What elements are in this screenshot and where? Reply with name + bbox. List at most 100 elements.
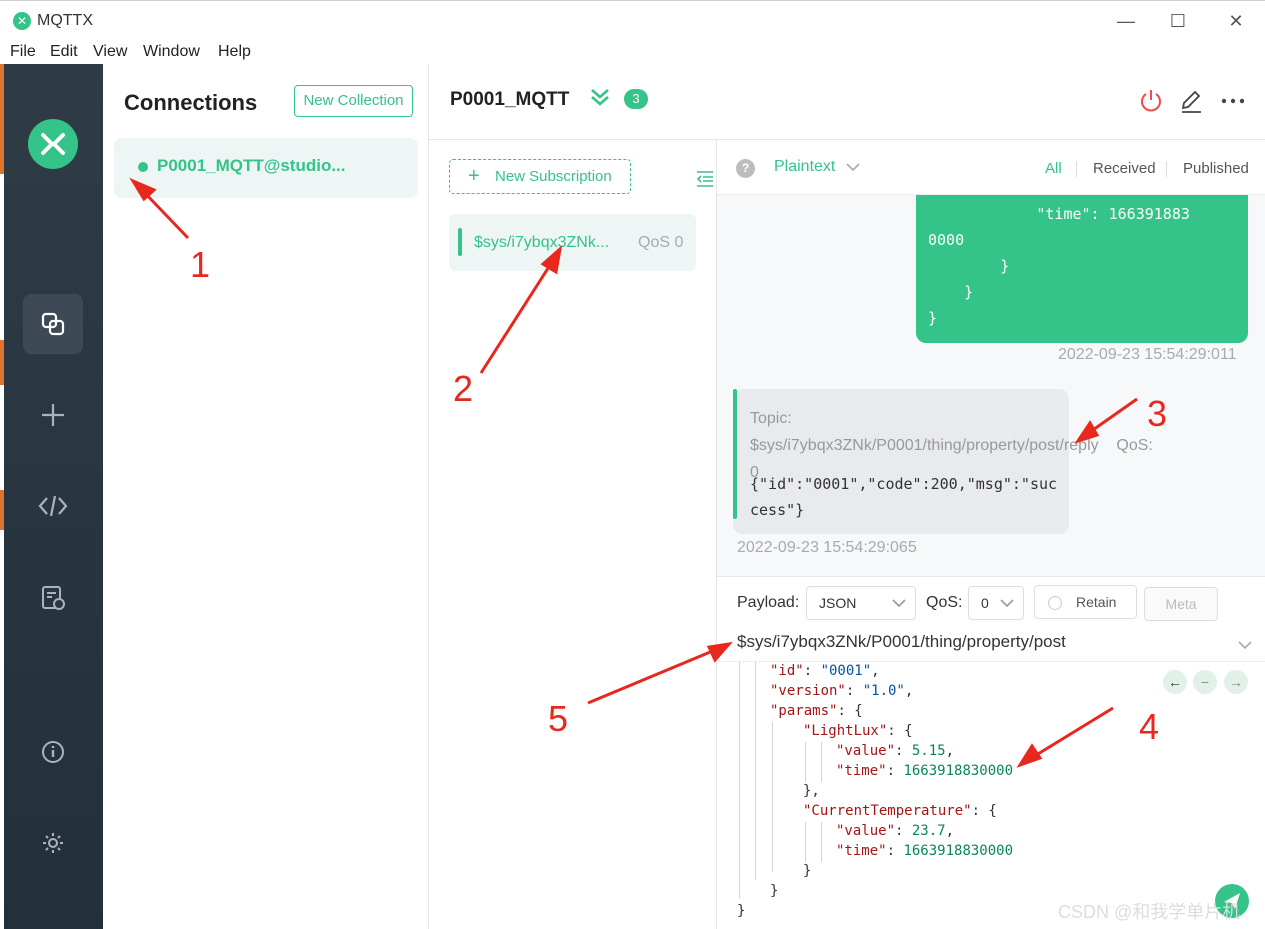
about-info-icon[interactable] <box>33 732 73 772</box>
json-key: "LightLux" <box>803 723 888 739</box>
qos-select[interactable]: 0 <box>968 586 1024 620</box>
minimize-button[interactable]: — <box>1111 9 1141 33</box>
outgoing-message-bubble[interactable]: "time": 166391883 0000 } } } <box>916 195 1248 343</box>
code-line-close: } <box>770 883 779 899</box>
json-key: "value" <box>836 743 896 759</box>
chevron-down-icon[interactable] <box>845 159 861 175</box>
publish-topic-input[interactable]: $sys/i7ybqx3ZNk/P0001/thing/property/pos… <box>737 632 1066 652</box>
code-line-lightlux: "LightLux": { <box>803 723 913 739</box>
payload-type-select[interactable]: JSON <box>806 586 916 620</box>
edit-pencil-icon[interactable] <box>1178 88 1204 114</box>
connections-icon[interactable] <box>33 304 73 344</box>
connections-panel: Connections New Collection P0001_MQTT@st… <box>103 64 429 929</box>
connection-title: P0001_MQTT <box>450 89 570 110</box>
double-chevron-down-icon[interactable] <box>589 86 611 108</box>
indent-guide <box>755 662 756 880</box>
payload-editor[interactable]: "id": "0001", "version": "1.0", "params"… <box>717 661 1265 929</box>
chevron-down-icon[interactable] <box>1237 637 1253 653</box>
publish-area: Payload: JSON QoS: 0 Retain Meta $sys/i7… <box>717 576 1265 929</box>
message-line: } <box>928 283 974 301</box>
chevron-down-icon <box>1000 599 1014 608</box>
tab-received[interactable]: Received <box>1093 160 1156 177</box>
indent-guide <box>805 822 806 862</box>
json-string: "1.0" <box>862 683 905 699</box>
add-icon[interactable] <box>33 395 73 435</box>
retain-label: Retain <box>1076 594 1117 610</box>
connection-item[interactable]: P0001_MQTT@studio... <box>114 138 418 198</box>
left-nav <box>4 64 103 929</box>
new-subscription-label: New Subscription <box>495 168 612 185</box>
indent-guide <box>772 722 773 872</box>
code-line-params: "params": { <box>770 703 863 719</box>
tab-all[interactable]: All <box>1045 160 1062 177</box>
subscription-item[interactable]: $sys/i7ybqx3ZNk... QoS 0 <box>449 214 696 271</box>
menu-window[interactable]: Window <box>143 43 200 61</box>
script-code-icon[interactable] <box>33 486 73 526</box>
code-line-close: }, <box>803 783 820 799</box>
code-line-value: "value": 5.15, <box>836 743 955 759</box>
more-options-icon[interactable] <box>1220 88 1246 114</box>
json-key: "version" <box>770 683 846 699</box>
incoming-color-bar <box>733 389 737 519</box>
json-key: "params" <box>770 703 838 719</box>
annotation-number: 4 <box>1139 706 1160 747</box>
minus-icon[interactable]: − <box>1193 670 1217 694</box>
qos-value: 0 <box>981 595 989 611</box>
previous-arrow-icon[interactable]: ← <box>1163 670 1187 694</box>
help-question-icon[interactable]: ? <box>736 159 755 178</box>
new-subscription-button[interactable]: + New Subscription <box>449 159 631 194</box>
plus-icon: + <box>468 165 480 187</box>
message-line: } <box>928 309 938 327</box>
tab-separator <box>1166 161 1167 177</box>
tab-published[interactable]: Published <box>1183 160 1249 177</box>
json-number: 5.15 <box>911 743 946 759</box>
payload-format-select[interactable]: Plaintext <box>774 158 835 176</box>
maximize-button[interactable]: ☐ <box>1163 9 1193 33</box>
chevron-down-icon <box>892 599 906 608</box>
incoming-payload: {"id":"0001","code":200,"msg":"success"} <box>750 475 1058 519</box>
message-line: "time": 166391883 <box>928 205 1190 223</box>
menu-edit[interactable]: Edit <box>50 43 78 61</box>
subscription-topic: $sys/i7ybqx3ZNk... <box>474 234 610 251</box>
incoming-timestamp: 2022-09-23 15:54:29:065 <box>737 539 917 556</box>
settings-gear-icon[interactable] <box>33 823 73 863</box>
json-number: 1663918830000 <box>903 763 1014 779</box>
message-filter-bar: ? Plaintext All Received Published <box>717 140 1265 195</box>
menu-file[interactable]: File <box>10 43 36 61</box>
next-arrow-icon[interactable]: → <box>1224 670 1248 694</box>
connection-header: P0001_MQTT 3 <box>429 64 1265 140</box>
json-key: "time" <box>836 843 887 859</box>
window-title: MQTTX <box>37 12 93 29</box>
json-key: "id" <box>770 663 804 679</box>
new-collection-button[interactable]: New Collection <box>294 85 413 117</box>
code-line-version: "version": "1.0", <box>770 683 914 699</box>
title-bar: ✕ MQTTX — ☐ ✕ <box>0 0 1265 40</box>
menu-view[interactable]: View <box>93 43 127 61</box>
incoming-message-bubble[interactable]: Topic: $sys/i7ybqx3ZNk/P0001/thing/prope… <box>733 389 1153 534</box>
watermark: CSDN @和我学单片机 <box>1058 902 1241 922</box>
indent-guide <box>739 662 740 898</box>
code-line-close: } <box>803 863 812 879</box>
collapse-list-icon[interactable] <box>695 170 715 188</box>
payload-type-value: JSON <box>819 595 857 611</box>
close-button[interactable]: ✕ <box>1221 9 1251 33</box>
json-number: 23.7 <box>911 823 946 839</box>
json-number: 1663918830000 <box>903 843 1014 859</box>
retain-toggle[interactable]: Retain <box>1034 585 1137 619</box>
menu-bar: File Edit View Window Help <box>0 40 1265 64</box>
messages-area: ? Plaintext All Received Published "time… <box>717 140 1265 576</box>
indent-guide <box>821 822 822 862</box>
annotation-number: 1 <box>190 244 211 285</box>
json-string: "0001" <box>820 663 872 679</box>
connection-status-dot <box>138 162 148 172</box>
qos-label: QoS: <box>926 594 963 611</box>
menu-help[interactable]: Help <box>218 43 251 61</box>
disconnect-power-icon[interactable] <box>1138 88 1164 114</box>
message-line: 0000 <box>928 231 965 249</box>
json-key: "time" <box>836 763 887 779</box>
log-icon[interactable] <box>33 578 73 618</box>
annotation-number: 5 <box>548 698 569 739</box>
json-key: "CurrentTemperature" <box>803 803 972 819</box>
meta-button[interactable]: Meta <box>1144 587 1218 621</box>
payload-label: Payload: <box>737 594 800 611</box>
